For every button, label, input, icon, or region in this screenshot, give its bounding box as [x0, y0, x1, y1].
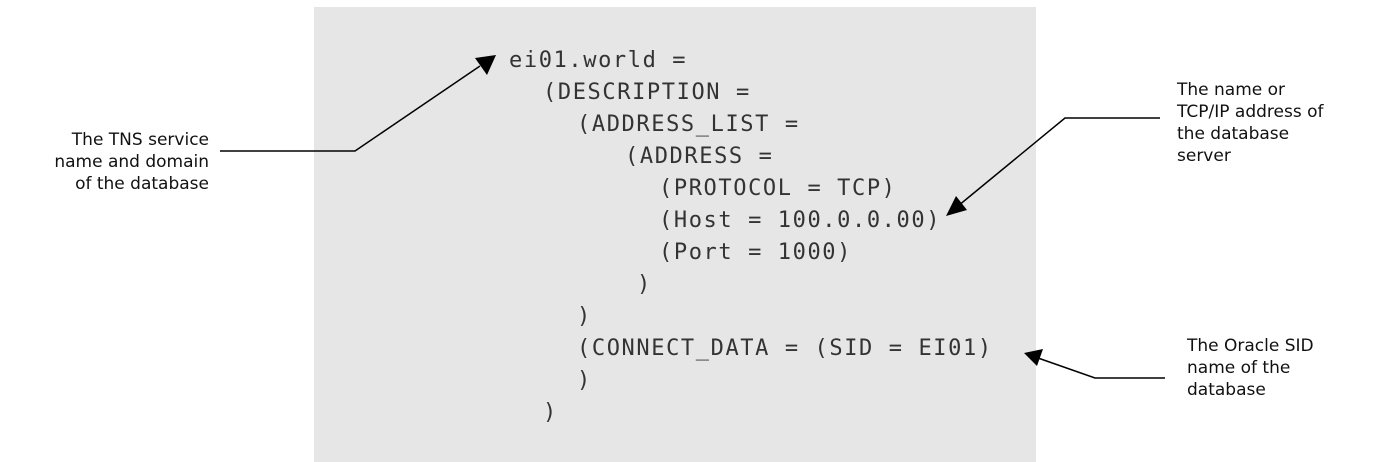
host-arrowhead [946, 196, 967, 216]
sid-leader-line [1037, 357, 1165, 379]
callout-arrows [220, 55, 1165, 379]
sid-arrowhead [1024, 349, 1043, 366]
tns-arrowhead [475, 55, 496, 75]
host-leader-line [957, 117, 1160, 207]
tns-leader-line [220, 65, 481, 152]
